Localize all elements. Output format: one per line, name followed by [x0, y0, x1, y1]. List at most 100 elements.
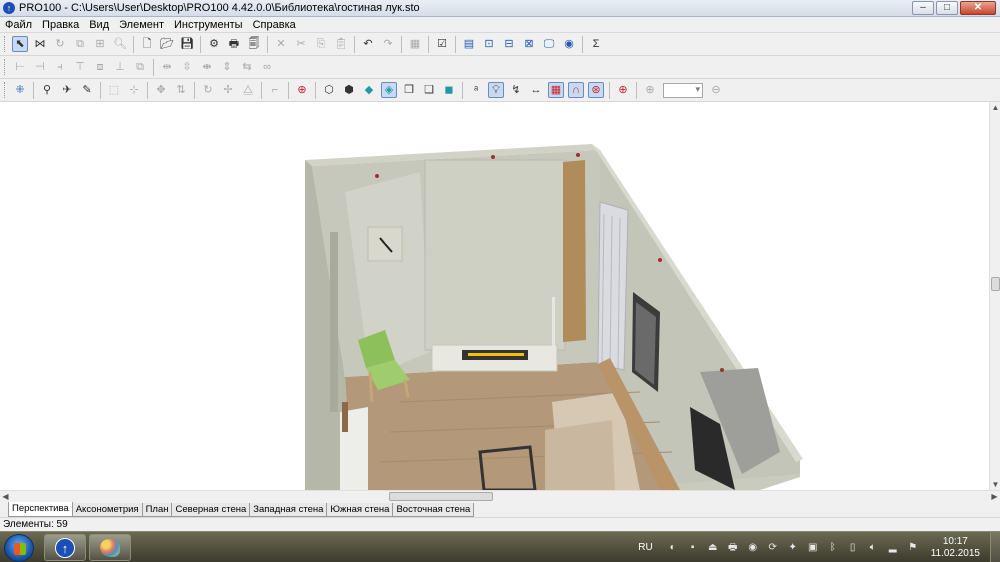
new-file-icon[interactable]: 🗋 — [139, 36, 155, 52]
tray-app-icon[interactable]: ◐ — [667, 542, 679, 554]
rotate-camera-icon[interactable]: ↯ — [508, 82, 524, 98]
space-h-icon[interactable]: ⇼ — [199, 59, 215, 75]
copy-icon[interactable]: ⎘ — [313, 36, 329, 52]
tray-usb-icon[interactable]: ⏏ — [707, 542, 719, 554]
split-view-icon[interactable]: ⊠ — [521, 36, 537, 52]
cube-outline-icon[interactable]: ❒ — [401, 82, 417, 98]
tray-update-icon[interactable]: ⟳ — [767, 542, 779, 554]
toolbar-grip[interactable] — [4, 36, 7, 52]
report-icon[interactable]: ☑ — [434, 36, 450, 52]
rotate-icon[interactable]: ↻ — [200, 82, 216, 98]
wireframe-icon[interactable]: ⬡ — [321, 82, 337, 98]
shaded-icon[interactable]: ◆ — [361, 82, 377, 98]
tray-network-icon[interactable]: ▂ — [887, 542, 899, 554]
target-icon[interactable]: ⊕ — [294, 82, 310, 98]
tray-notes-icon[interactable]: ▪ — [687, 542, 699, 554]
page-view-icon[interactable]: ▤ — [461, 36, 477, 52]
mirror-icon[interactable]: ⇆ — [239, 59, 255, 75]
cube-solid-icon[interactable]: ❑ — [421, 82, 437, 98]
crosshair-icon[interactable]: ⊛ — [588, 82, 604, 98]
scroll-down-icon[interactable]: ▼ — [990, 479, 1000, 490]
vertical-scrollbar[interactable]: ▲ ▼ — [989, 102, 1000, 490]
magnet-icon[interactable]: ∩ — [568, 82, 584, 98]
close-button[interactable]: ✕ — [960, 1, 996, 15]
print-icon[interactable]: 🖶 — [226, 36, 242, 52]
text-labels-icon[interactable]: ᵃ — [468, 82, 484, 98]
tray-bluetooth-icon[interactable]: ᛒ — [827, 542, 839, 554]
3d-viewport[interactable] — [0, 102, 989, 490]
tab-east-wall[interactable]: Восточная стена — [392, 503, 475, 517]
tab-perspective[interactable]: Перспектива — [8, 502, 73, 517]
properties-icon[interactable]: ⚙ — [206, 36, 222, 52]
render-settings-icon[interactable]: ◉ — [561, 36, 577, 52]
move-frame-icon[interactable]: ⊹ — [126, 82, 142, 98]
tray-flag-icon[interactable]: ⚑ — [907, 542, 919, 554]
frame-icon[interactable]: ⬚ — [106, 82, 122, 98]
tab-north-wall[interactable]: Северная стена — [171, 503, 251, 517]
tray-printer-icon[interactable]: 🖶 — [727, 542, 739, 554]
cube-render-icon[interactable]: ◼ — [441, 82, 457, 98]
tray-pdf-icon[interactable]: ✦ — [787, 542, 799, 554]
align-right-icon[interactable]: ⫞ — [52, 59, 68, 75]
tab-plan[interactable]: План — [141, 503, 173, 517]
menu-tools[interactable]: Инструменты — [169, 19, 248, 31]
zoom-out-icon[interactable]: ⊖ — [708, 82, 724, 98]
minimize-button[interactable]: – — [912, 1, 934, 15]
tray-volume-icon[interactable]: 🔈︎ — [867, 542, 879, 554]
library-icon[interactable]: ▦ — [407, 36, 423, 52]
sum-icon[interactable]: Σ — [588, 36, 604, 52]
toolbar-grip[interactable] — [4, 82, 7, 98]
zoom-window-icon[interactable]: 🔍︎ — [112, 36, 128, 52]
zoom-level-select[interactable] — [663, 82, 703, 98]
copy-element-icon[interactable]: ⧉ — [72, 36, 88, 52]
hidden-lines-icon[interactable]: ⬢ — [341, 82, 357, 98]
corner-icon[interactable]: ⌐ — [267, 82, 283, 98]
walk-icon[interactable]: ⚲ — [39, 82, 55, 98]
grid-snap-icon[interactable]: ⁜ — [12, 82, 28, 98]
menu-edit[interactable]: Правка — [37, 19, 84, 31]
tab-south-wall[interactable]: Южная стена — [326, 503, 394, 517]
menu-view[interactable]: Вид — [84, 19, 114, 31]
grid-icon[interactable]: ▦ — [548, 82, 564, 98]
tab-axonometry[interactable]: Аксонометрия — [71, 503, 143, 517]
vertical-scroll-thumb[interactable] — [991, 277, 1000, 291]
language-indicator[interactable]: RU — [638, 542, 652, 553]
dimension-tool-icon[interactable]: ⋈ — [32, 36, 48, 52]
measure-icon[interactable]: ↔ — [528, 82, 544, 98]
fly-icon[interactable]: ✈ — [59, 82, 75, 98]
maximize-button[interactable]: □ — [936, 1, 958, 15]
save-file-icon[interactable]: 💾︎ — [179, 36, 195, 52]
redo-icon[interactable]: ↷ — [380, 36, 396, 52]
menu-file[interactable]: Файл — [0, 19, 37, 31]
horizontal-scroll-thumb[interactable] — [389, 492, 493, 501]
paste-icon[interactable]: 📋︎ — [333, 36, 349, 52]
tray-antivirus-icon[interactable]: ◉ — [747, 542, 759, 554]
show-desktop-button[interactable] — [990, 532, 1000, 562]
open-file-icon[interactable]: 📂︎ — [159, 36, 175, 52]
tab-west-wall[interactable]: Западная стена — [249, 503, 328, 517]
horizontal-scrollbar[interactable]: ◀ ▶ — [0, 490, 1000, 501]
distribute-v-icon[interactable]: ⇳ — [179, 59, 195, 75]
rotate-element-icon[interactable]: ↻ — [52, 36, 68, 52]
menu-help[interactable]: Справка — [248, 19, 301, 31]
align-bottom-icon[interactable]: ⊥ — [112, 59, 128, 75]
stack-icon[interactable]: ⧉ — [132, 59, 148, 75]
cut-icon[interactable]: ✕ — [273, 36, 289, 52]
zoom-page-icon[interactable]: ⊡ — [481, 36, 497, 52]
group-element-icon[interactable]: ⊞ — [92, 36, 108, 52]
scissors-icon[interactable]: ✂ — [293, 36, 309, 52]
align-top-icon[interactable]: ⊤ — [72, 59, 88, 75]
focus-icon[interactable]: ⊕ — [615, 82, 631, 98]
scroll-up-icon[interactable]: ▲ — [990, 102, 1000, 113]
taskbar-pro100[interactable]: ↑ — [44, 534, 86, 561]
space-v-icon[interactable]: ⇕ — [219, 59, 235, 75]
align-hcenter-icon[interactable]: ⊣ — [32, 59, 48, 75]
print-preview-icon[interactable]: 🗐 — [246, 36, 262, 52]
align-vcenter-icon[interactable]: ⧈ — [92, 59, 108, 75]
layout-icon[interactable]: ⊟ — [501, 36, 517, 52]
mirror-plane-icon[interactable]: ⧋ — [240, 82, 256, 98]
select-tool-icon[interactable]: ⬉ — [12, 36, 28, 52]
move-h-icon[interactable]: ✥ — [153, 82, 169, 98]
zoom-in-icon[interactable]: ⊕ — [642, 82, 658, 98]
align-left-icon[interactable]: ⊢ — [12, 59, 28, 75]
